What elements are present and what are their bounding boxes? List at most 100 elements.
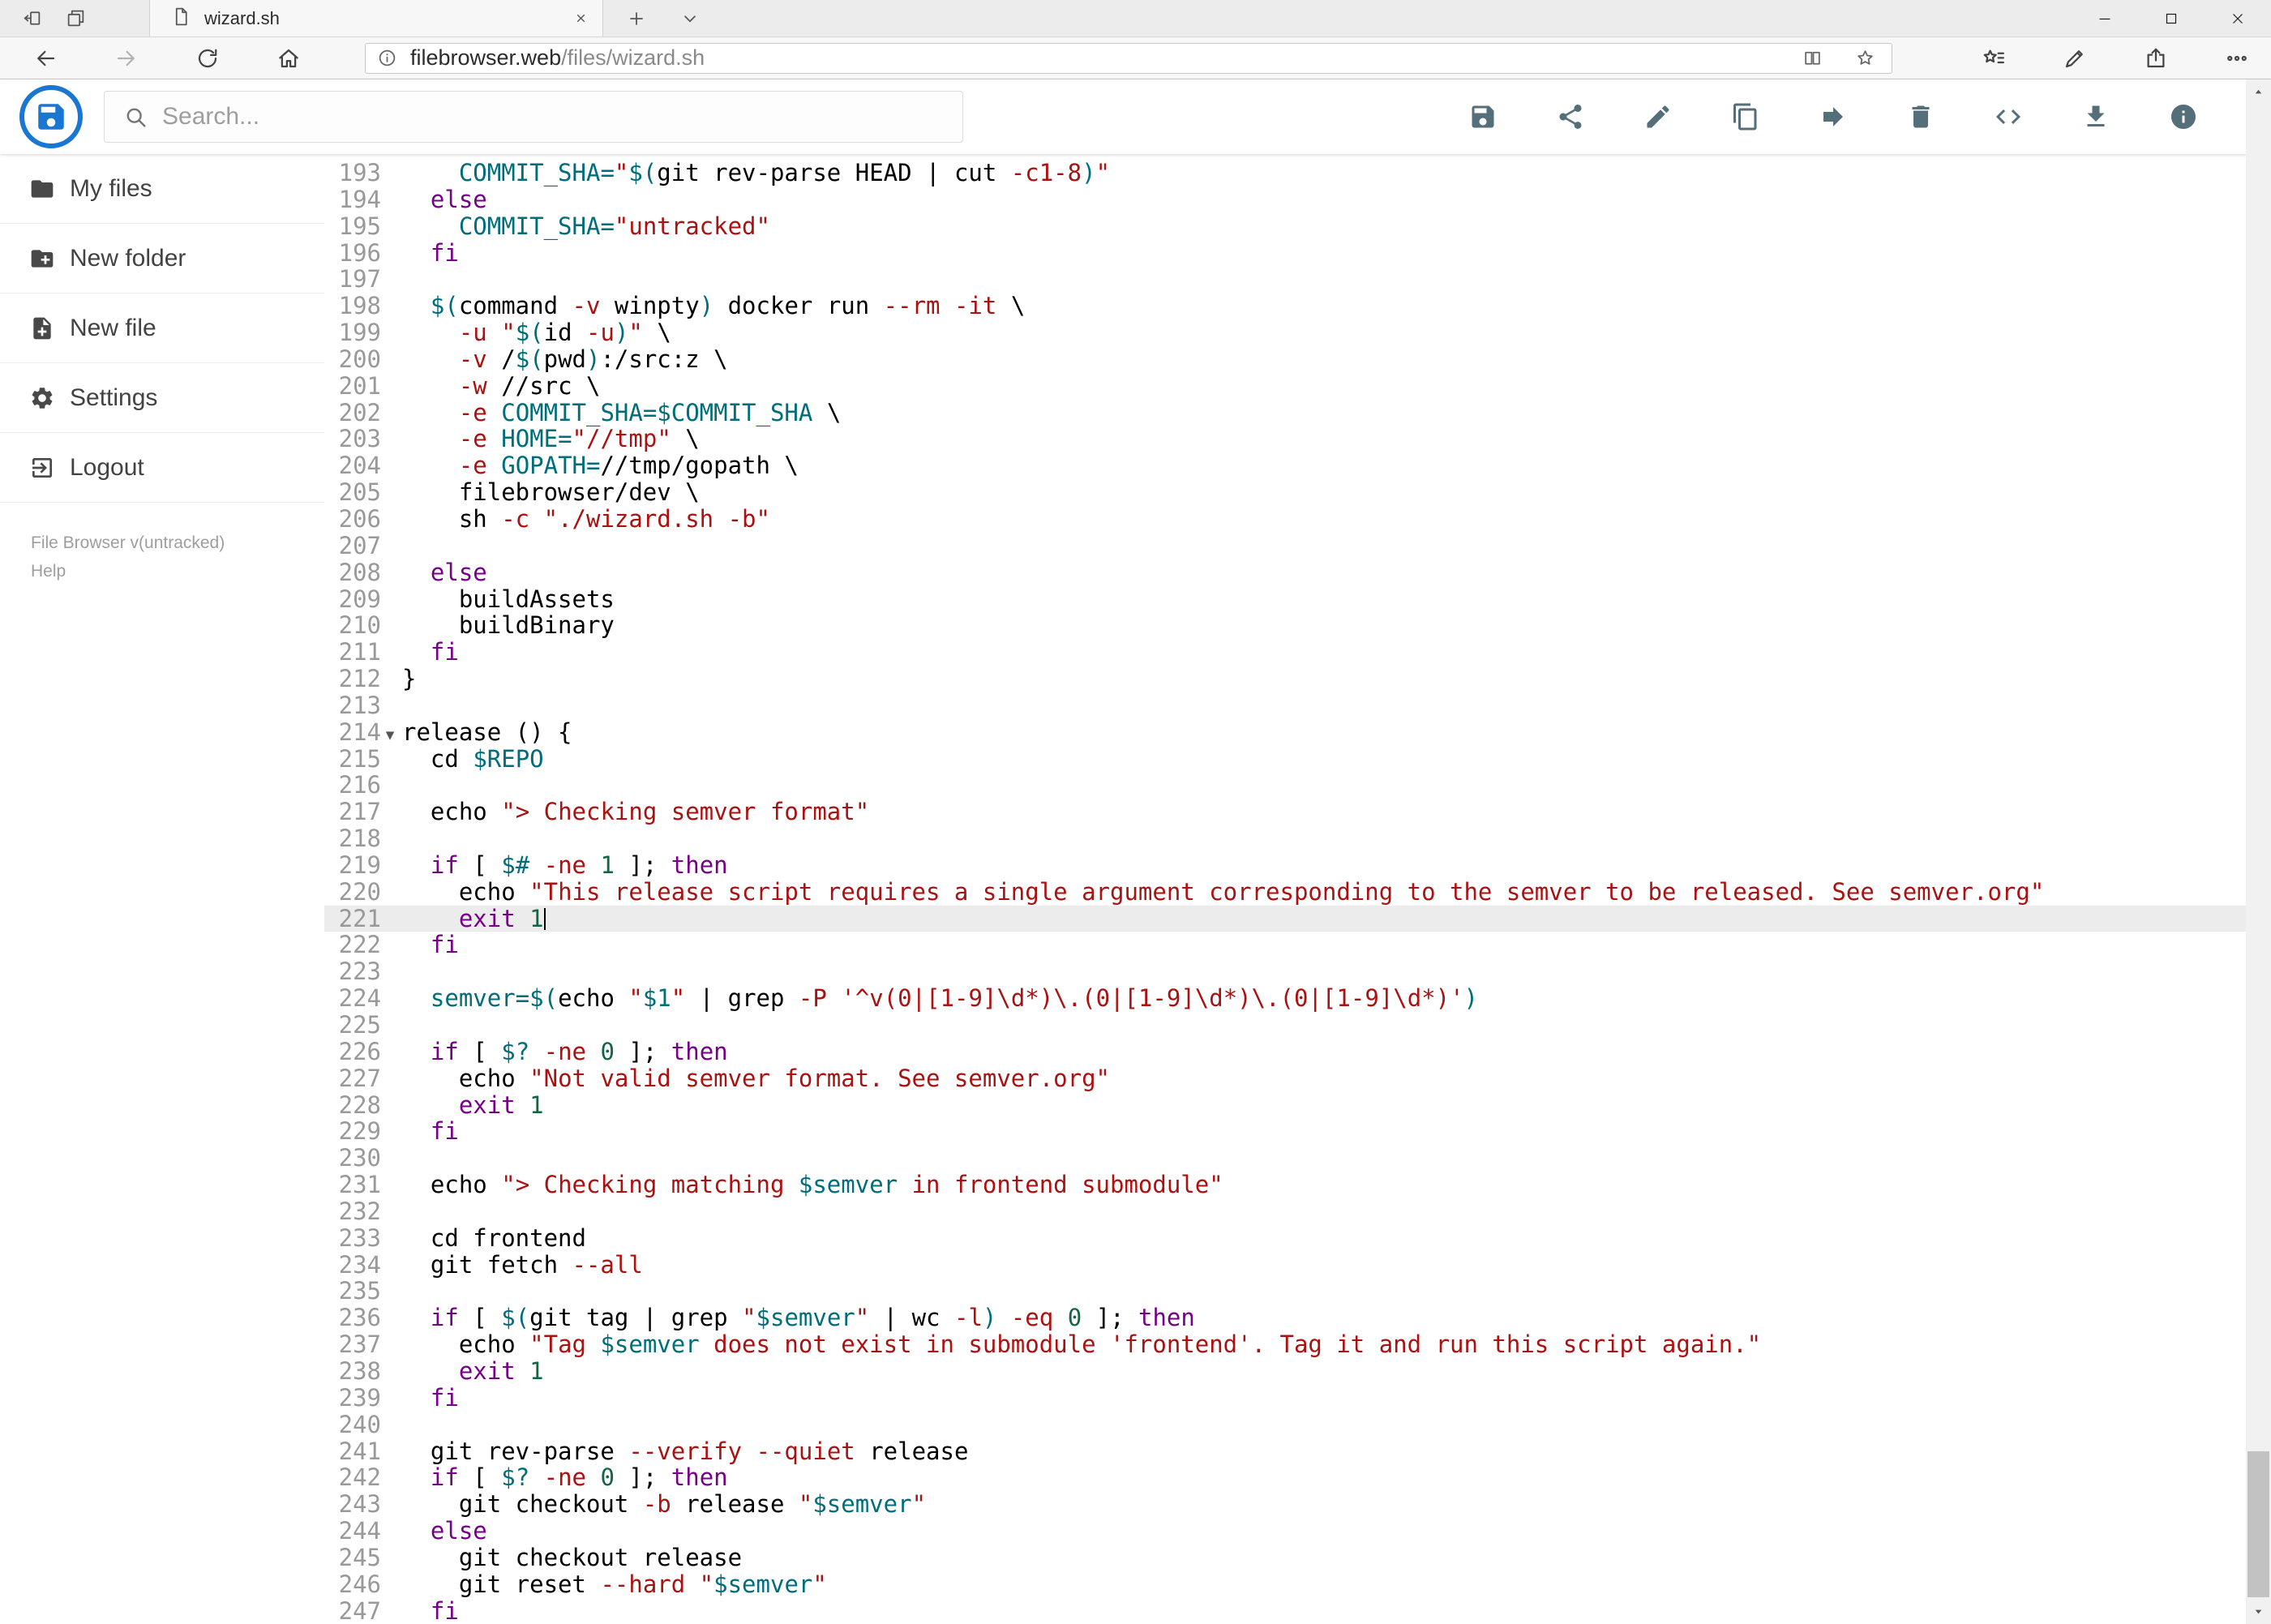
code-line[interactable]: 245 git checkout release [324, 1545, 2271, 1571]
raw-button[interactable] [1989, 97, 2028, 136]
code-line[interactable]: 232 [324, 1198, 2271, 1225]
code-line[interactable]: 227 echo "Not valid semver format. See s… [324, 1065, 2271, 1092]
sidebar-item-logout[interactable]: Logout [0, 433, 324, 503]
code-line[interactable]: 236 if [ $(git tag | grep "$semver" | wc… [324, 1305, 2271, 1331]
code-line[interactable]: 210 buildBinary [324, 612, 2271, 639]
code-line[interactable]: 221 exit 1 [324, 905, 2271, 932]
code-line[interactable]: 199 -u "$(id -u)" \ [324, 319, 2271, 346]
search-box[interactable] [104, 91, 963, 143]
code-line[interactable]: 241 git rev-parse --verify --quiet relea… [324, 1438, 2271, 1465]
move-button[interactable] [1814, 97, 1853, 136]
code-line[interactable]: 237 echo "Tag $semver does not exist in … [324, 1331, 2271, 1358]
code-line[interactable]: 238 exit 1 [324, 1358, 2271, 1385]
delete-button[interactable] [1901, 97, 1940, 136]
info-button[interactable] [2164, 97, 2203, 136]
save-button[interactable] [1463, 97, 1502, 136]
code-line[interactable]: 202 -e COMMIT_SHA=$COMMIT_SHA \ [324, 399, 2271, 426]
code-line[interactable]: 247 fi [324, 1597, 2271, 1624]
code-line[interactable]: 222 fi [324, 932, 2271, 958]
search-input[interactable] [162, 103, 946, 131]
code-line[interactable]: 213 [324, 692, 2271, 719]
back-button[interactable] [16, 37, 75, 79]
sidebar-item-my-files[interactable]: My files [0, 154, 324, 224]
sidebar-item-new-file[interactable]: New file [0, 294, 324, 363]
code-line[interactable]: 226 if [ $? -ne 0 ]; then [324, 1038, 2271, 1065]
code-line[interactable]: 231 echo "> Checking matching $semver in… [324, 1172, 2271, 1198]
code-line[interactable]: 212} [324, 666, 2271, 692]
code-line[interactable]: 198 $(command -v winpty) docker run --rm… [324, 293, 2271, 319]
fold-open-icon[interactable]: ▾ [386, 725, 395, 744]
code-line[interactable]: 240 [324, 1411, 2271, 1438]
sidebar-item-new-folder[interactable]: New folder [0, 224, 324, 294]
more-options-button[interactable] [2208, 37, 2266, 79]
code-line[interactable]: 219 if [ $# -ne 1 ]; then [324, 852, 2271, 879]
web-notes-button[interactable] [2046, 37, 2104, 79]
code-line[interactable]: 194 else [324, 186, 2271, 213]
code-line[interactable]: 242 if [ $? -ne 0 ]; then [324, 1464, 2271, 1491]
tab-close-button[interactable] [574, 11, 588, 25]
add-favorite-button[interactable] [1855, 48, 1875, 68]
code-line[interactable]: 239 fi [324, 1384, 2271, 1412]
code-line[interactable]: 209 buildAssets [324, 585, 2271, 613]
code-line[interactable]: 229 fi [324, 1118, 2271, 1145]
code-line[interactable]: 217 echo "> Checking semver format" [324, 799, 2271, 825]
code-line[interactable]: 225 [324, 1012, 2271, 1039]
share-button[interactable] [1551, 97, 1590, 136]
code-line[interactable]: 220 echo "This release script requires a… [324, 878, 2271, 906]
code-line[interactable]: 234 git fetch --all [324, 1251, 2271, 1279]
tab-preview-toggle[interactable] [666, 0, 713, 36]
code-line[interactable]: 215 cd $REPO [324, 745, 2271, 773]
site-info-icon[interactable] [377, 48, 397, 68]
code-line[interactable]: 218 [324, 825, 2271, 852]
code-line[interactable]: 243 git checkout -b release "$semver" [324, 1491, 2271, 1518]
browser-tab-active[interactable]: wizard.sh [149, 0, 603, 36]
code-line[interactable]: 195 COMMIT_SHA="untracked" [324, 212, 2271, 240]
scrollbar-thumb[interactable] [2247, 1451, 2269, 1597]
maximize-button[interactable] [2138, 0, 2205, 36]
code-line[interactable]: 205 filebrowser/dev \ [324, 479, 2271, 506]
hub-button[interactable] [1965, 37, 2023, 79]
tabs-set-aside-button[interactable] [54, 0, 97, 36]
scroll-down-button[interactable] [2246, 1599, 2271, 1624]
set-tabs-aside-button[interactable] [10, 0, 54, 36]
code-line[interactable]: 246 git reset --hard "$semver" [324, 1570, 2271, 1598]
code-line[interactable]: 204 -e GOPATH=//tmp/gopath \ [324, 452, 2271, 479]
code-line[interactable]: 197 [324, 266, 2271, 293]
code-line[interactable]: 207 [324, 532, 2271, 559]
refresh-button[interactable] [178, 37, 237, 79]
share-button[interactable] [2127, 37, 2185, 79]
code-line[interactable]: 208 else [324, 559, 2271, 586]
rename-button[interactable] [1639, 97, 1678, 136]
url-text[interactable]: filebrowser.web/files/wizard.sh [410, 45, 1802, 71]
reading-view-button[interactable] [1802, 48, 1823, 68]
help-link[interactable]: Help [31, 562, 66, 581]
code-line[interactable]: 214 ▾ release () { [324, 718, 2271, 746]
code-line[interactable]: 201 -w //src \ [324, 372, 2271, 400]
copy-button[interactable] [1726, 97, 1765, 136]
sidebar-item-settings[interactable]: Settings [0, 363, 324, 433]
code-line[interactable]: 244 else [324, 1518, 2271, 1545]
code-line[interactable]: 235 [324, 1278, 2271, 1305]
code-line[interactable]: 228 exit 1 [324, 1091, 2271, 1119]
code-line[interactable]: 233 cd frontend [324, 1224, 2271, 1252]
address-bar[interactable]: filebrowser.web/files/wizard.sh [365, 42, 1892, 74]
code-line[interactable]: 211 fi [324, 639, 2271, 666]
scroll-up-button[interactable] [2246, 79, 2271, 105]
code-line[interactable]: 224 semver=$(echo "$1" | grep -P '^v(0|[… [324, 985, 2271, 1012]
minimize-button[interactable] [2072, 0, 2138, 36]
page-scrollbar[interactable] [2246, 79, 2271, 1624]
code-line[interactable]: 200 -v /$(pwd):/src:z \ [324, 345, 2271, 373]
code-line[interactable]: 193 COMMIT_SHA="$(git rev-parse HEAD | c… [324, 160, 2271, 186]
download-button[interactable] [2076, 97, 2115, 136]
forward-button[interactable] [97, 37, 156, 79]
code-line[interactable]: 196 fi [324, 239, 2271, 267]
home-button[interactable] [259, 37, 318, 79]
code-line[interactable]: 203 -e HOME="//tmp" \ [324, 426, 2271, 452]
code-line[interactable]: 223 [324, 958, 2271, 985]
code-editor[interactable]: 193 COMMIT_SHA="$(git rev-parse HEAD | c… [324, 154, 2271, 1624]
app-logo[interactable] [19, 85, 83, 148]
code-line[interactable]: 206 sh -c "./wizard.sh -b" [324, 506, 2271, 533]
window-close-button[interactable] [2205, 0, 2271, 36]
code-line[interactable]: 216 [324, 772, 2271, 799]
code-line[interactable]: 230 [324, 1145, 2271, 1172]
